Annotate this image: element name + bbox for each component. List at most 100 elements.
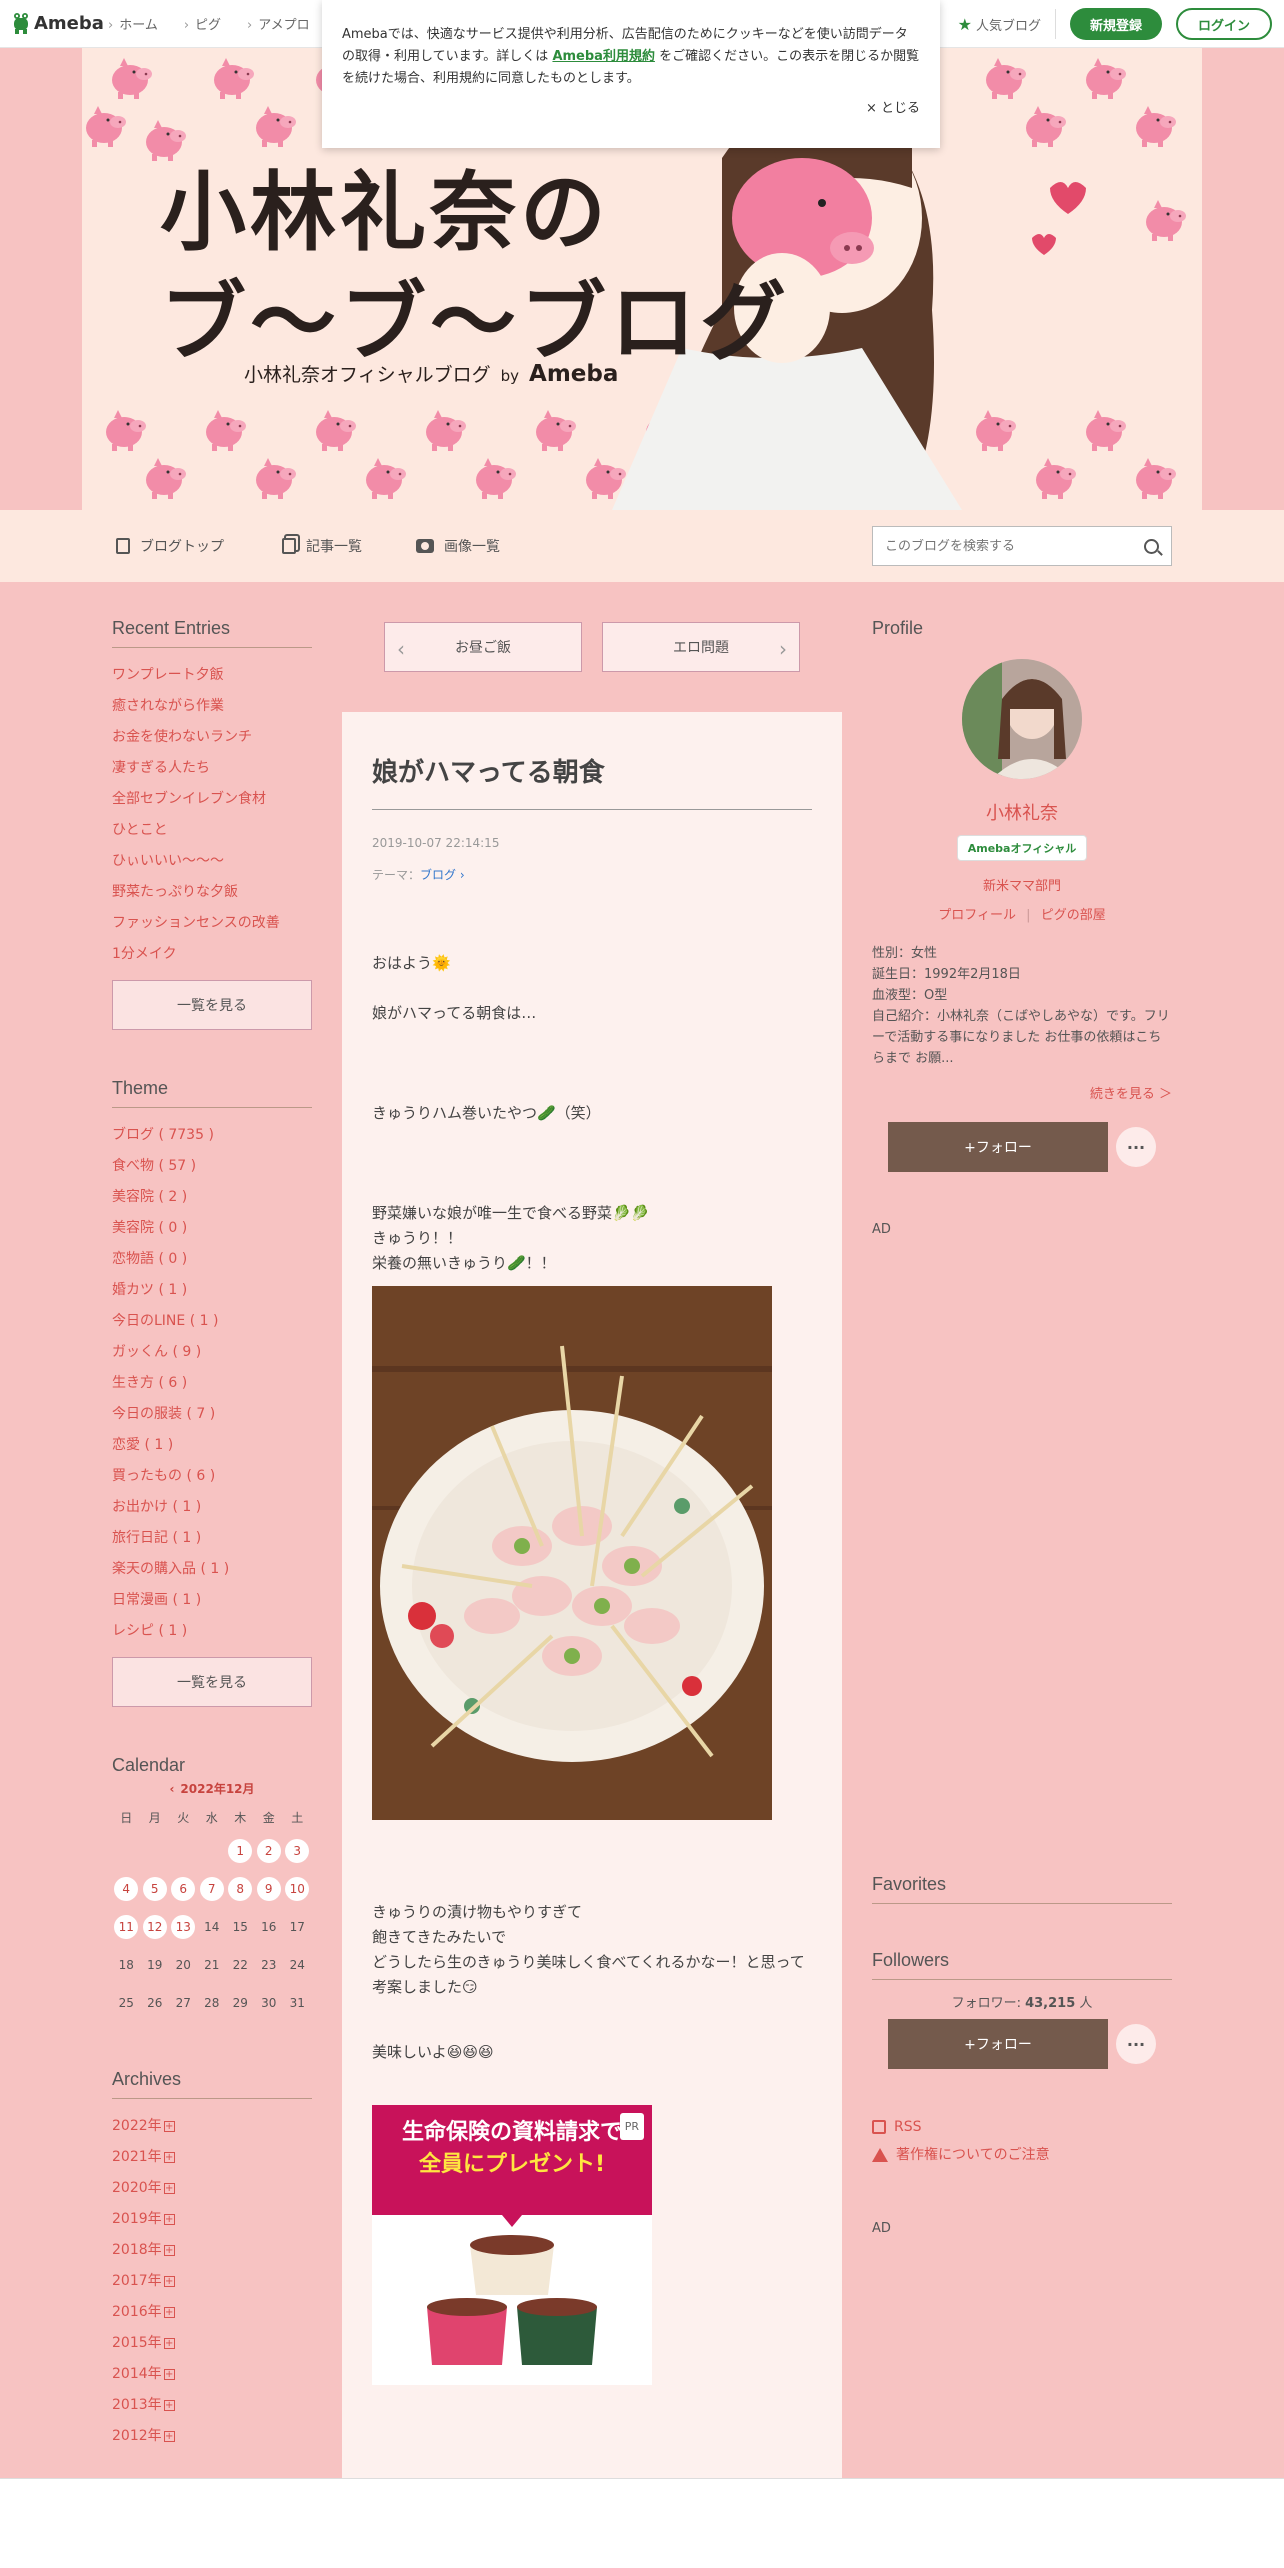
- calendar-day[interactable]: 3: [283, 1837, 312, 1865]
- theme-link[interactable]: 今日の服装 ( 7 ): [112, 1399, 312, 1430]
- image-list-link[interactable]: 画像一覧: [416, 536, 500, 556]
- recent-entry-link[interactable]: お金を使わないランチ: [112, 722, 312, 753]
- archive-year-link[interactable]: 2012年: [112, 2421, 162, 2452]
- profile-category[interactable]: 新米ママ部門: [872, 875, 1172, 894]
- expand-plus-icon[interactable]: +: [163, 2431, 175, 2442]
- recent-entry-link[interactable]: 癒されながら作業: [112, 691, 312, 722]
- expand-plus-icon[interactable]: +: [163, 2152, 175, 2163]
- article-theme-link[interactable]: ブログ: [420, 868, 456, 882]
- expand-plus-icon[interactable]: +: [163, 2214, 175, 2225]
- calendar-day[interactable]: 12: [141, 1913, 170, 1941]
- in-article-ad[interactable]: 生命保険の資料請求で 全員にプレゼント! PR: [372, 2105, 652, 2385]
- recent-entry-link[interactable]: ひとこと: [112, 815, 312, 846]
- theme-link[interactable]: 美容院 ( 2 ): [112, 1182, 312, 1213]
- theme-link[interactable]: 買ったもの ( 6 ): [112, 1461, 312, 1492]
- recent-entry-link[interactable]: 全部セブンイレブン食材: [112, 784, 312, 815]
- archive-year-link[interactable]: 2014年: [112, 2359, 162, 2390]
- theme-link[interactable]: ガッくん ( 9 ): [112, 1337, 312, 1368]
- recent-entry-link[interactable]: ファッションセンスの改善: [112, 908, 312, 939]
- theme-link[interactable]: 恋愛 ( 1 ): [112, 1430, 312, 1461]
- calendar-day[interactable]: 11: [112, 1913, 141, 1941]
- archive-year-link[interactable]: 2016年: [112, 2297, 162, 2328]
- archive-row: 2019年 +: [112, 2204, 312, 2235]
- nav-home[interactable]: › ホーム: [108, 14, 158, 33]
- popular-blog-link[interactable]: ★ 人気ブログ: [958, 9, 1056, 39]
- calendar-day[interactable]: 13: [169, 1913, 198, 1941]
- avatar[interactable]: [962, 659, 1082, 779]
- calendar-day[interactable]: 9: [255, 1875, 284, 1903]
- theme-link[interactable]: 食べ物 ( 57 ): [112, 1151, 312, 1182]
- theme-link[interactable]: 楽天の購入品 ( 1 ): [112, 1554, 312, 1585]
- archive-year-link[interactable]: 2015年: [112, 2328, 162, 2359]
- copyright-notice-link[interactable]: 著作権についてのご注意: [872, 2141, 1172, 2169]
- follow-button[interactable]: +フォロー: [888, 2019, 1108, 2069]
- entry-list-link[interactable]: 記事一覧: [282, 536, 362, 556]
- terms-link[interactable]: Ameba利用規約: [552, 49, 655, 64]
- calendar-day[interactable]: 5: [141, 1875, 170, 1903]
- expand-plus-icon[interactable]: +: [163, 2369, 175, 2380]
- archive-year-link[interactable]: 2020年: [112, 2173, 162, 2204]
- expand-plus-icon[interactable]: +: [163, 2121, 175, 2132]
- follow-button[interactable]: +フォロー: [888, 1122, 1108, 1172]
- chevron-left-icon[interactable]: ‹: [169, 1782, 174, 1796]
- expand-plus-icon[interactable]: +: [163, 2276, 175, 2287]
- recent-entry-link[interactable]: ひぃいいい〜〜〜: [112, 846, 312, 877]
- more-options-icon[interactable]: ···: [1116, 1127, 1156, 1167]
- nav-amepro[interactable]: › アメプロ: [247, 14, 310, 33]
- archive-year-link[interactable]: 2021年: [112, 2142, 162, 2173]
- calendar-month[interactable]: ‹ 2022年12月: [112, 1780, 312, 1797]
- next-entry-button[interactable]: エロ問題 ›: [602, 622, 800, 672]
- calendar-day[interactable]: 2: [255, 1837, 284, 1865]
- calendar-day[interactable]: 7: [198, 1875, 227, 1903]
- signup-button[interactable]: 新規登録: [1069, 8, 1162, 40]
- blog-subtitle-ameba: Ameba: [529, 361, 619, 387]
- ameba-logo[interactable]: Ameba: [12, 12, 104, 34]
- theme-more-button[interactable]: 一覧を見る: [112, 1657, 312, 1707]
- archive-year-link[interactable]: 2019年: [112, 2204, 162, 2235]
- theme-link[interactable]: ブログ ( 7735 ): [112, 1120, 312, 1151]
- recent-more-button[interactable]: 一覧を見る: [112, 980, 312, 1030]
- theme-link[interactable]: 婚カツ ( 1 ): [112, 1275, 312, 1306]
- cookie-close-button[interactable]: × とじる: [866, 98, 920, 120]
- calendar-day[interactable]: 8: [226, 1875, 255, 1903]
- archive-year-link[interactable]: 2013年: [112, 2390, 162, 2421]
- theme-link[interactable]: レシピ ( 1 ): [112, 1616, 312, 1647]
- blog-top-link[interactable]: ブログトップ: [116, 536, 224, 556]
- calendar-day[interactable]: 10: [283, 1875, 312, 1903]
- expand-plus-icon[interactable]: +: [163, 2245, 175, 2256]
- theme-link[interactable]: 今日のLINE ( 1 ): [112, 1306, 312, 1337]
- calendar-day[interactable]: 6: [169, 1875, 198, 1903]
- calendar-day[interactable]: 4: [112, 1875, 141, 1903]
- more-options-icon[interactable]: ···: [1116, 2024, 1156, 2064]
- calendar-day: 30: [255, 1989, 284, 2017]
- theme-link[interactable]: 美容院 ( 0 ): [112, 1213, 312, 1244]
- theme-link[interactable]: 恋物語 ( 0 ): [112, 1244, 312, 1275]
- article-photo[interactable]: [372, 1286, 772, 1820]
- recent-entry-link[interactable]: 1分メイク: [112, 939, 312, 970]
- theme-link[interactable]: 日常漫画 ( 1 ): [112, 1585, 312, 1616]
- archive-year-link[interactable]: 2018年: [112, 2235, 162, 2266]
- login-button[interactable]: ログイン: [1175, 8, 1272, 40]
- expand-plus-icon[interactable]: +: [163, 2183, 175, 2194]
- archive-year-link[interactable]: 2017年: [112, 2266, 162, 2297]
- nav-pigg[interactable]: › ピグ: [184, 14, 221, 33]
- recent-entry-link[interactable]: ワンプレート夕飯: [112, 660, 312, 691]
- rss-link[interactable]: RSS: [872, 2113, 1172, 2141]
- theme-link[interactable]: お出かけ ( 1 ): [112, 1492, 312, 1523]
- prev-entry-button[interactable]: ‹ お昼ご飯: [384, 622, 582, 672]
- theme-link[interactable]: 生き方 ( 6 ): [112, 1368, 312, 1399]
- profile-link[interactable]: プロフィール: [938, 908, 1016, 923]
- blog-search-input[interactable]: [885, 538, 1144, 554]
- expand-plus-icon[interactable]: +: [163, 2307, 175, 2318]
- profile-name[interactable]: 小林礼奈: [872, 799, 1172, 825]
- search-icon[interactable]: [1144, 538, 1163, 556]
- expand-plus-icon[interactable]: +: [163, 2400, 175, 2411]
- theme-link[interactable]: 旅行日記 ( 1 ): [112, 1523, 312, 1554]
- expand-plus-icon[interactable]: +: [163, 2338, 175, 2349]
- recent-entry-link[interactable]: 野菜たっぷりな夕飯: [112, 877, 312, 908]
- pigg-room-link[interactable]: ピグの部屋: [1041, 908, 1106, 923]
- archive-year-link[interactable]: 2022年: [112, 2111, 162, 2142]
- calendar-day[interactable]: 1: [226, 1837, 255, 1865]
- profile-more-link[interactable]: 続きを見る ＞: [872, 1083, 1172, 1102]
- recent-entry-link[interactable]: 凄すぎる人たち: [112, 753, 312, 784]
